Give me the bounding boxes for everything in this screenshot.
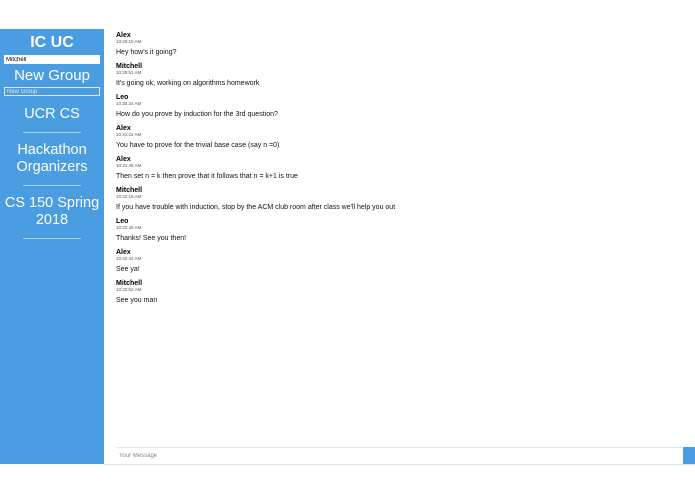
divider: [104, 464, 695, 465]
message-item: Mitchell 10:32:52 AM See you man: [116, 280, 686, 305]
send-button[interactable]: [683, 447, 695, 464]
message-time: 10:32:42 AM: [116, 256, 142, 261]
message-text: Hey how's it going?: [116, 49, 177, 56]
message-text: See you man: [116, 297, 158, 304]
message-time: 10:30:24 AM: [116, 101, 142, 106]
message-sender: Mitchell: [116, 187, 143, 194]
message-list: Alex 10:29:15 AM Hey how's it going? Mit…: [116, 32, 686, 311]
message-sender: Alex: [116, 32, 131, 39]
sidebar: IC UC New Group UCR CS Hackathon Organiz…: [0, 29, 104, 464]
group-item-hackathon-organizers[interactable]: Hackathon Organizers: [0, 142, 104, 176]
message-item: Leo 10:32:26 AM Thanks! See you then!: [116, 218, 686, 243]
message-item: Mitchell 10:29:51 AM It's going ok, work…: [116, 63, 686, 88]
message-time: 10:29:51 AM: [116, 70, 142, 75]
message-sender: Leo: [116, 218, 129, 225]
message-text: How do you prove by induction for the 3r…: [116, 111, 278, 118]
message-time: 10:29:15 AM: [116, 39, 142, 44]
message-text: Then set n = k then prove that it follow…: [116, 173, 298, 180]
message-sender: Mitchell: [116, 280, 143, 287]
message-time: 10:32:26 AM: [116, 225, 142, 230]
message-item: Alex 10:29:15 AM Hey how's it going?: [116, 32, 686, 57]
message-item: Mitchell 10:32:15 AM If you have trouble…: [116, 187, 686, 212]
message-input[interactable]: [116, 447, 682, 464]
divider: [23, 185, 81, 186]
group-list: UCR CS Hackathon Organizers CS 150 Sprin…: [0, 106, 104, 239]
message-text: You have to prove for the trivial base c…: [116, 142, 280, 149]
message-text: Thanks! See you then!: [116, 235, 187, 242]
divider: [23, 238, 81, 239]
message-item: Alex 10:31:45 AM Then set n = k then pro…: [116, 156, 686, 181]
message-sender: Alex: [116, 125, 131, 132]
group-item-ucr-cs[interactable]: UCR CS: [0, 106, 104, 123]
message-sender: Mitchell: [116, 63, 143, 70]
divider: [23, 132, 81, 133]
new-group-input[interactable]: [4, 87, 100, 96]
message-time: 10:31:45 AM: [116, 163, 142, 168]
message-text: See ya!: [116, 266, 140, 273]
new-group-label: New Group: [14, 67, 90, 84]
message-sender: Alex: [116, 249, 131, 256]
app-title: IC UC: [30, 34, 74, 51]
message-time: 10:32:52 AM: [116, 287, 142, 292]
message-sender: Leo: [116, 94, 129, 101]
username-field[interactable]: [4, 55, 100, 64]
message-time: 10:31:22 AM: [116, 132, 142, 137]
message-text: If you have trouble with induction, stop…: [116, 204, 396, 211]
message-time: 10:32:15 AM: [116, 194, 142, 199]
message-sender: Alex: [116, 156, 131, 163]
message-item: Alex 10:31:22 AM You have to prove for t…: [116, 125, 686, 150]
message-text: It's going ok, working on algorithms hom…: [116, 80, 260, 87]
group-item-cs-150-spring-2018[interactable]: CS 150 Spring 2018: [0, 195, 104, 229]
message-item: Alex 10:32:42 AM See ya!: [116, 249, 686, 274]
message-item: Leo 10:30:24 AM How do you prove by indu…: [116, 94, 686, 119]
